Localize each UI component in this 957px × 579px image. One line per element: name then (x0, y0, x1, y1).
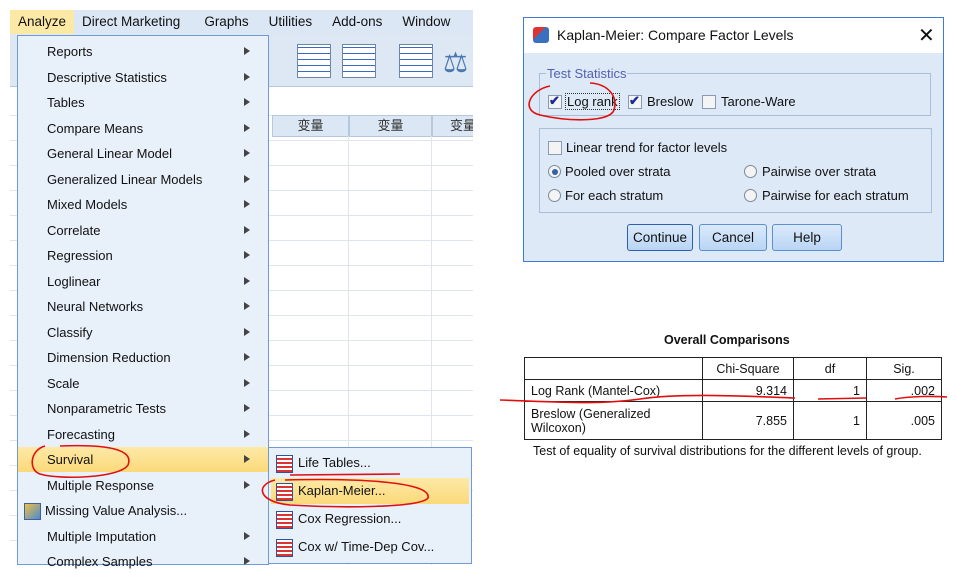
annotation-log-rank (528, 82, 616, 121)
annotation-kaplan (261, 478, 429, 508)
annotation-df (817, 397, 867, 400)
annotation-survival (31, 444, 130, 478)
red-annotations (31, 82, 948, 508)
annotation-sig (894, 395, 948, 400)
annotation-logrank-row (499, 394, 796, 404)
annotation-life-tables (289, 473, 401, 476)
